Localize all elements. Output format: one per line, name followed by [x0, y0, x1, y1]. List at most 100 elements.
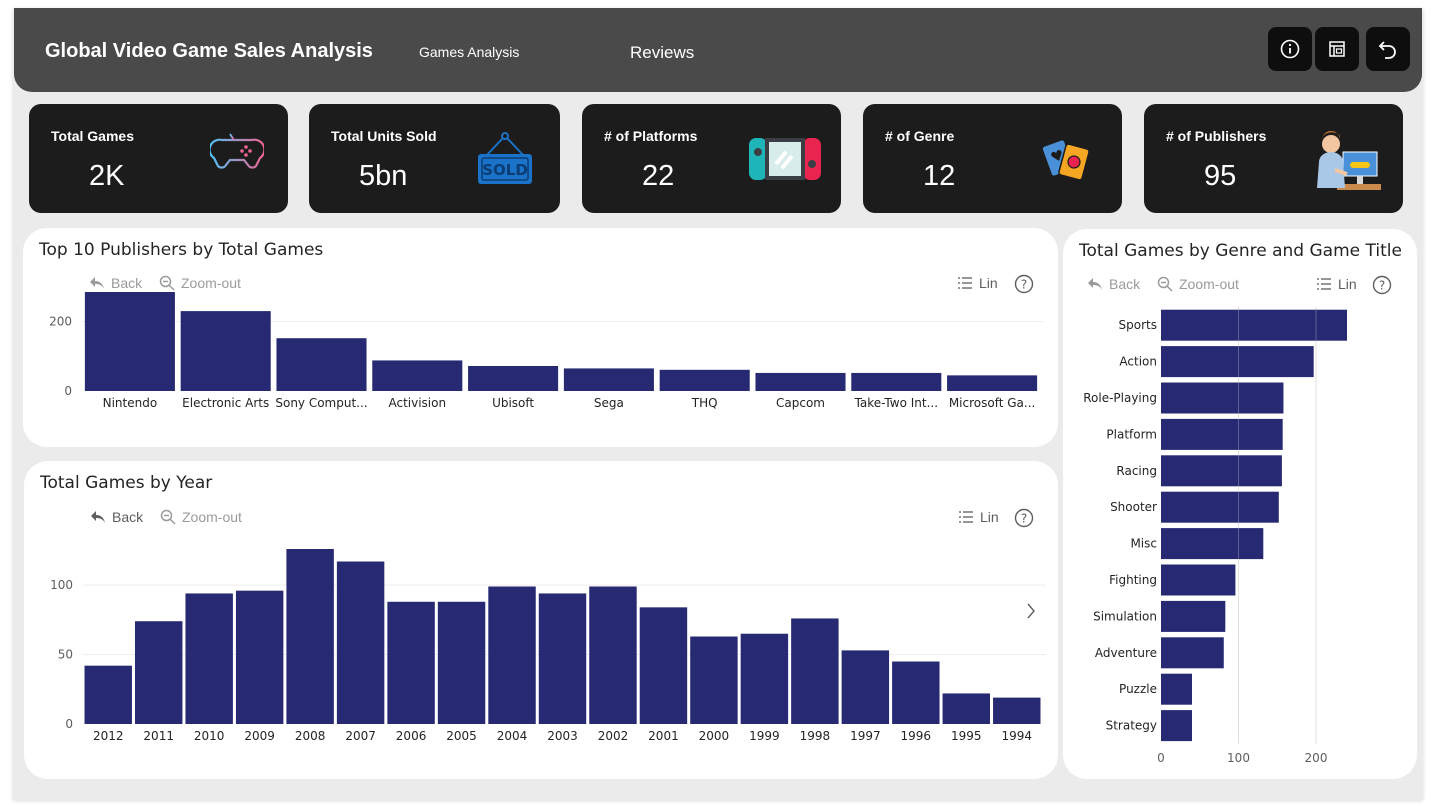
bar[interactable] [1161, 564, 1236, 596]
kpi-value: 5bn [359, 160, 408, 192]
bar[interactable] [947, 375, 1038, 391]
tab-games-analysis[interactable]: Games Analysis [419, 44, 519, 60]
bar[interactable] [134, 621, 183, 724]
kpi-label: Total Units Sold [331, 128, 437, 144]
bar[interactable] [1161, 673, 1192, 705]
bar[interactable] [1161, 382, 1284, 414]
undo-icon [1378, 41, 1396, 59]
x-tick-label: 2003 [547, 729, 578, 743]
bar[interactable] [1161, 600, 1226, 632]
y-tick-label: Misc [1130, 537, 1157, 551]
x-tick-label: Capcom [776, 396, 825, 410]
genre-chart-card: Total Games by Genre and Game Title Back… [1063, 229, 1417, 779]
report-icon [1329, 41, 1345, 57]
bar[interactable] [1161, 455, 1282, 487]
y-tick-label: 200 [49, 315, 72, 329]
x-tick-label: 2012 [93, 729, 124, 743]
report-button[interactable] [1315, 27, 1359, 71]
bar[interactable] [387, 601, 435, 724]
x-tick-label: 2008 [295, 729, 326, 743]
kpi-platforms: # of Platforms 22 [582, 104, 841, 213]
kpi-value: 22 [642, 160, 675, 192]
bar[interactable] [235, 590, 284, 724]
app-title: Global Video Game Sales Analysis [45, 40, 373, 62]
bar[interactable] [892, 661, 940, 725]
x-tick-label: Microsoft Ga... [949, 396, 1036, 410]
bar[interactable] [286, 549, 334, 724]
gamepad-icon [210, 133, 264, 169]
bar[interactable] [841, 650, 890, 724]
kpi-label: # of Genre [885, 128, 955, 144]
y-tick-label: Action [1119, 355, 1157, 369]
x-tick-label: Sony Comput... [275, 396, 367, 410]
y-tick-label: Racing [1116, 464, 1157, 478]
bar[interactable] [84, 665, 132, 724]
y-tick-label: 50 [58, 648, 73, 662]
bar[interactable] [993, 697, 1041, 724]
bar[interactable] [468, 365, 559, 391]
x-tick-label: 200 [1305, 751, 1328, 765]
x-tick-label: 2009 [244, 729, 275, 743]
bar[interactable] [180, 311, 271, 391]
x-tick-label: 2004 [497, 729, 528, 743]
kpi-total-units-sold: Total Units Sold 5bn SOLD [309, 104, 560, 213]
bar[interactable] [639, 607, 688, 724]
bar[interactable] [1161, 637, 1224, 669]
bar[interactable] [276, 338, 367, 391]
x-tick-label: 2000 [699, 729, 730, 743]
x-tick-label: Take-Two Int... [854, 396, 938, 410]
y-tick-label: Shooter [1110, 500, 1157, 514]
x-tick-label: Activision [388, 396, 446, 410]
genre-bar-chart: 0 100 200 Sports Action Role-Playing Platform R… [1083, 307, 1347, 765]
x-tick-label: Nintendo [103, 396, 158, 410]
header-bar: Global Video Game Sales Analysis Games A… [14, 8, 1422, 92]
bar[interactable] [851, 372, 942, 391]
bar[interactable] [563, 368, 654, 391]
sold-sign-icon: SOLD [478, 132, 532, 184]
y-tick-label: Sports [1119, 318, 1157, 332]
bar[interactable] [185, 593, 233, 724]
bar[interactable] [791, 618, 839, 724]
bar[interactable] [1161, 710, 1192, 742]
x-tick-label: 2007 [345, 729, 376, 743]
year-chart-card: Total Games by Year Back Zoom-out Lin ? … [24, 461, 1058, 779]
x-tick-label: 1997 [850, 729, 881, 743]
bar[interactable] [538, 593, 587, 724]
tab-reviews[interactable]: Reviews [630, 43, 694, 63]
bar[interactable] [1161, 528, 1264, 560]
bar[interactable] [690, 636, 738, 725]
info-button[interactable] [1268, 27, 1312, 71]
x-tick-label: 2011 [143, 729, 174, 743]
bar[interactable] [1161, 346, 1314, 378]
y-tick-label: Platform [1106, 427, 1157, 441]
bar[interactable] [1161, 309, 1347, 341]
x-tick-label: Electronic Arts [182, 396, 269, 410]
publishers-chart-card: Top 10 Publishers by Total Games Back Zo… [23, 228, 1058, 447]
x-tick-label: 2001 [648, 729, 679, 743]
kpi-genre: # of Genre 12 [863, 104, 1122, 213]
info-icon [1280, 39, 1300, 59]
kpi-label: # of Publishers [1166, 128, 1267, 144]
bar[interactable] [372, 360, 463, 391]
bar[interactable] [437, 601, 486, 724]
y-tick-label: 0 [64, 384, 72, 398]
bar[interactable] [740, 633, 789, 724]
kpi-value: 95 [1204, 160, 1237, 192]
bar[interactable] [336, 561, 385, 725]
bar[interactable] [589, 586, 637, 725]
bar[interactable] [659, 369, 750, 391]
x-tick-label: 1998 [800, 729, 831, 743]
bar[interactable] [942, 693, 991, 724]
bar[interactable] [1161, 418, 1283, 450]
kpi-label: Total Games [51, 128, 134, 144]
bar[interactable] [488, 586, 536, 725]
bar[interactable] [84, 292, 175, 391]
bar[interactable] [1161, 491, 1279, 523]
kpi-publishers: # of Publishers 95 [1144, 104, 1403, 213]
y-tick-label: Adventure [1095, 646, 1157, 660]
undo-button[interactable] [1366, 27, 1410, 71]
x-tick-label: 0 [1157, 751, 1165, 765]
kpi-value: 2K [89, 160, 125, 192]
bar[interactable] [755, 372, 846, 391]
year-bar-chart: 0 50 100 2012 2011 2010 2009 2008 2007 2006 2005 20… [50, 549, 1046, 743]
